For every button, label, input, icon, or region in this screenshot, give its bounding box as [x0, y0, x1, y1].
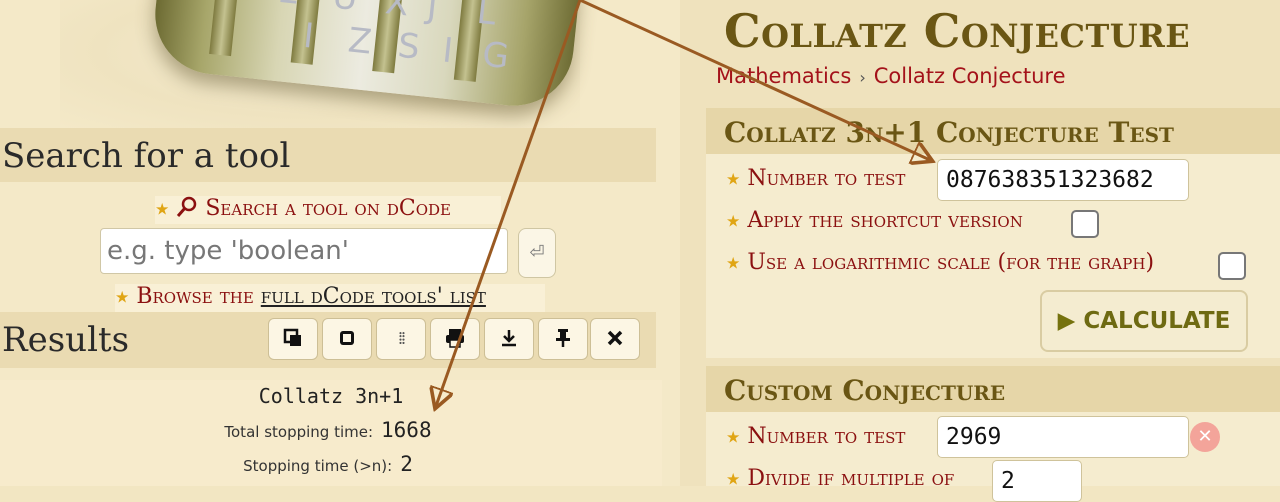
label-text: Number to test [747, 166, 906, 191]
results-title: Results [2, 320, 130, 360]
search-submit-button[interactable]: ⏎ [518, 228, 556, 278]
custom-number-label: ★ Number to test [726, 424, 905, 449]
cryptex-illustration: E U X J L I Z S I G [149, 0, 581, 112]
cryptex-letter: S [395, 25, 422, 68]
star-icon: ★ [726, 253, 741, 273]
star-icon: ★ [115, 287, 130, 307]
print-button[interactable] [430, 318, 480, 360]
breadcrumb-mathematics[interactable]: Mathematics [716, 64, 851, 88]
result-value: 2 [400, 452, 413, 476]
search-magnifier-icon [176, 196, 205, 221]
cryptex-letter: Z [346, 20, 374, 63]
clear-icon[interactable]: ✕ [1190, 422, 1220, 452]
log-scale-label: ★ Use a logarithmic scale (for the graph… [726, 250, 1154, 275]
site-banner: E U X J L I Z S I G [60, 0, 581, 128]
download-icon [502, 330, 516, 347]
result-value: 1668 [381, 418, 432, 442]
shortcut-version-label: ★ Apply the shortcut version [726, 208, 1023, 233]
label-text: Use a logarithmic scale (for the graph) [747, 250, 1155, 275]
section-heading-test: Collatz 3n+1 Conjecture Test [706, 108, 1280, 154]
scroll-button[interactable] [322, 318, 372, 360]
result-label: Stopping time (>n): [243, 457, 393, 475]
browse-full-list-link[interactable]: full dCode tools' list [261, 284, 486, 309]
star-icon: ★ [726, 211, 741, 231]
browse-tools-link[interactable]: ★ Browse the full dCode tools' list [115, 284, 545, 312]
star-icon: ★ [155, 199, 170, 219]
cryptex-letter: X [383, 0, 411, 25]
label-text: Apply the shortcut version [747, 208, 1023, 233]
copy-button[interactable] [268, 318, 318, 360]
print-icon [446, 329, 464, 348]
search-tool-link[interactable]: ★ Search a tool on dCode [155, 196, 501, 224]
number-to-test-label: ★ Number to test [726, 166, 905, 191]
cryptex-letter: I [440, 30, 455, 72]
cryptex-letter: G [480, 34, 511, 78]
close-results-button[interactable] [590, 318, 640, 360]
result-row-total-stopping-time: Total stopping time: 1668 [0, 418, 656, 442]
shortcut-version-checkbox[interactable] [1071, 210, 1099, 238]
breadcrumb-separator-icon: › [859, 68, 866, 87]
label-text: Number to test [747, 424, 906, 449]
browse-prefix: Browse the [136, 284, 261, 309]
cryptex-letter: L [474, 0, 498, 34]
enter-icon: ⏎ [529, 242, 545, 263]
pin-button[interactable] [538, 318, 588, 360]
pin-icon [556, 329, 570, 347]
download-button[interactable] [484, 318, 534, 360]
search-section-title: Search for a tool [2, 136, 291, 176]
log-scale-checkbox[interactable] [1218, 252, 1246, 280]
search-input[interactable] [100, 228, 508, 274]
search-tool-label[interactable]: Search a tool on dCode [205, 196, 451, 221]
divide-multiple-input[interactable] [992, 460, 1082, 502]
divide-multiple-label: ★ Divide if multiple of [726, 466, 954, 491]
result-row-stopping-time: Stopping time (>n): 2 [0, 452, 656, 476]
close-icon [607, 330, 623, 346]
grip-button[interactable]: ⁞⁞ [376, 318, 426, 360]
cryptex-letter: U [331, 0, 360, 19]
label-text: Divide if multiple of [747, 466, 955, 491]
copy-icon [283, 328, 301, 346]
cryptex-letter: J [425, 0, 440, 28]
star-icon: ★ [726, 427, 741, 447]
result-label: Total stopping time: [224, 423, 374, 441]
custom-number-input[interactable] [937, 416, 1189, 458]
calculate-button[interactable]: ▶ CALCULATE [1040, 290, 1248, 352]
play-icon: ▶ [1057, 308, 1076, 334]
calculate-label: CALCULATE [1083, 308, 1231, 334]
breadcrumb: Mathematics › Collatz Conjecture [716, 64, 1066, 88]
breadcrumb-collatz[interactable]: Collatz Conjecture [874, 64, 1066, 88]
page-title: Collatz Conjecture [724, 4, 1191, 58]
cryptex-ring [209, 0, 243, 57]
section-heading-custom: Custom Conjecture [706, 366, 1280, 412]
number-to-test-input[interactable] [937, 159, 1189, 201]
result-output-title: Collatz 3n+1 [258, 384, 404, 408]
scroll-icon [340, 331, 354, 345]
grip-icon: ⁞⁞ [397, 328, 406, 349]
star-icon: ★ [726, 169, 741, 189]
